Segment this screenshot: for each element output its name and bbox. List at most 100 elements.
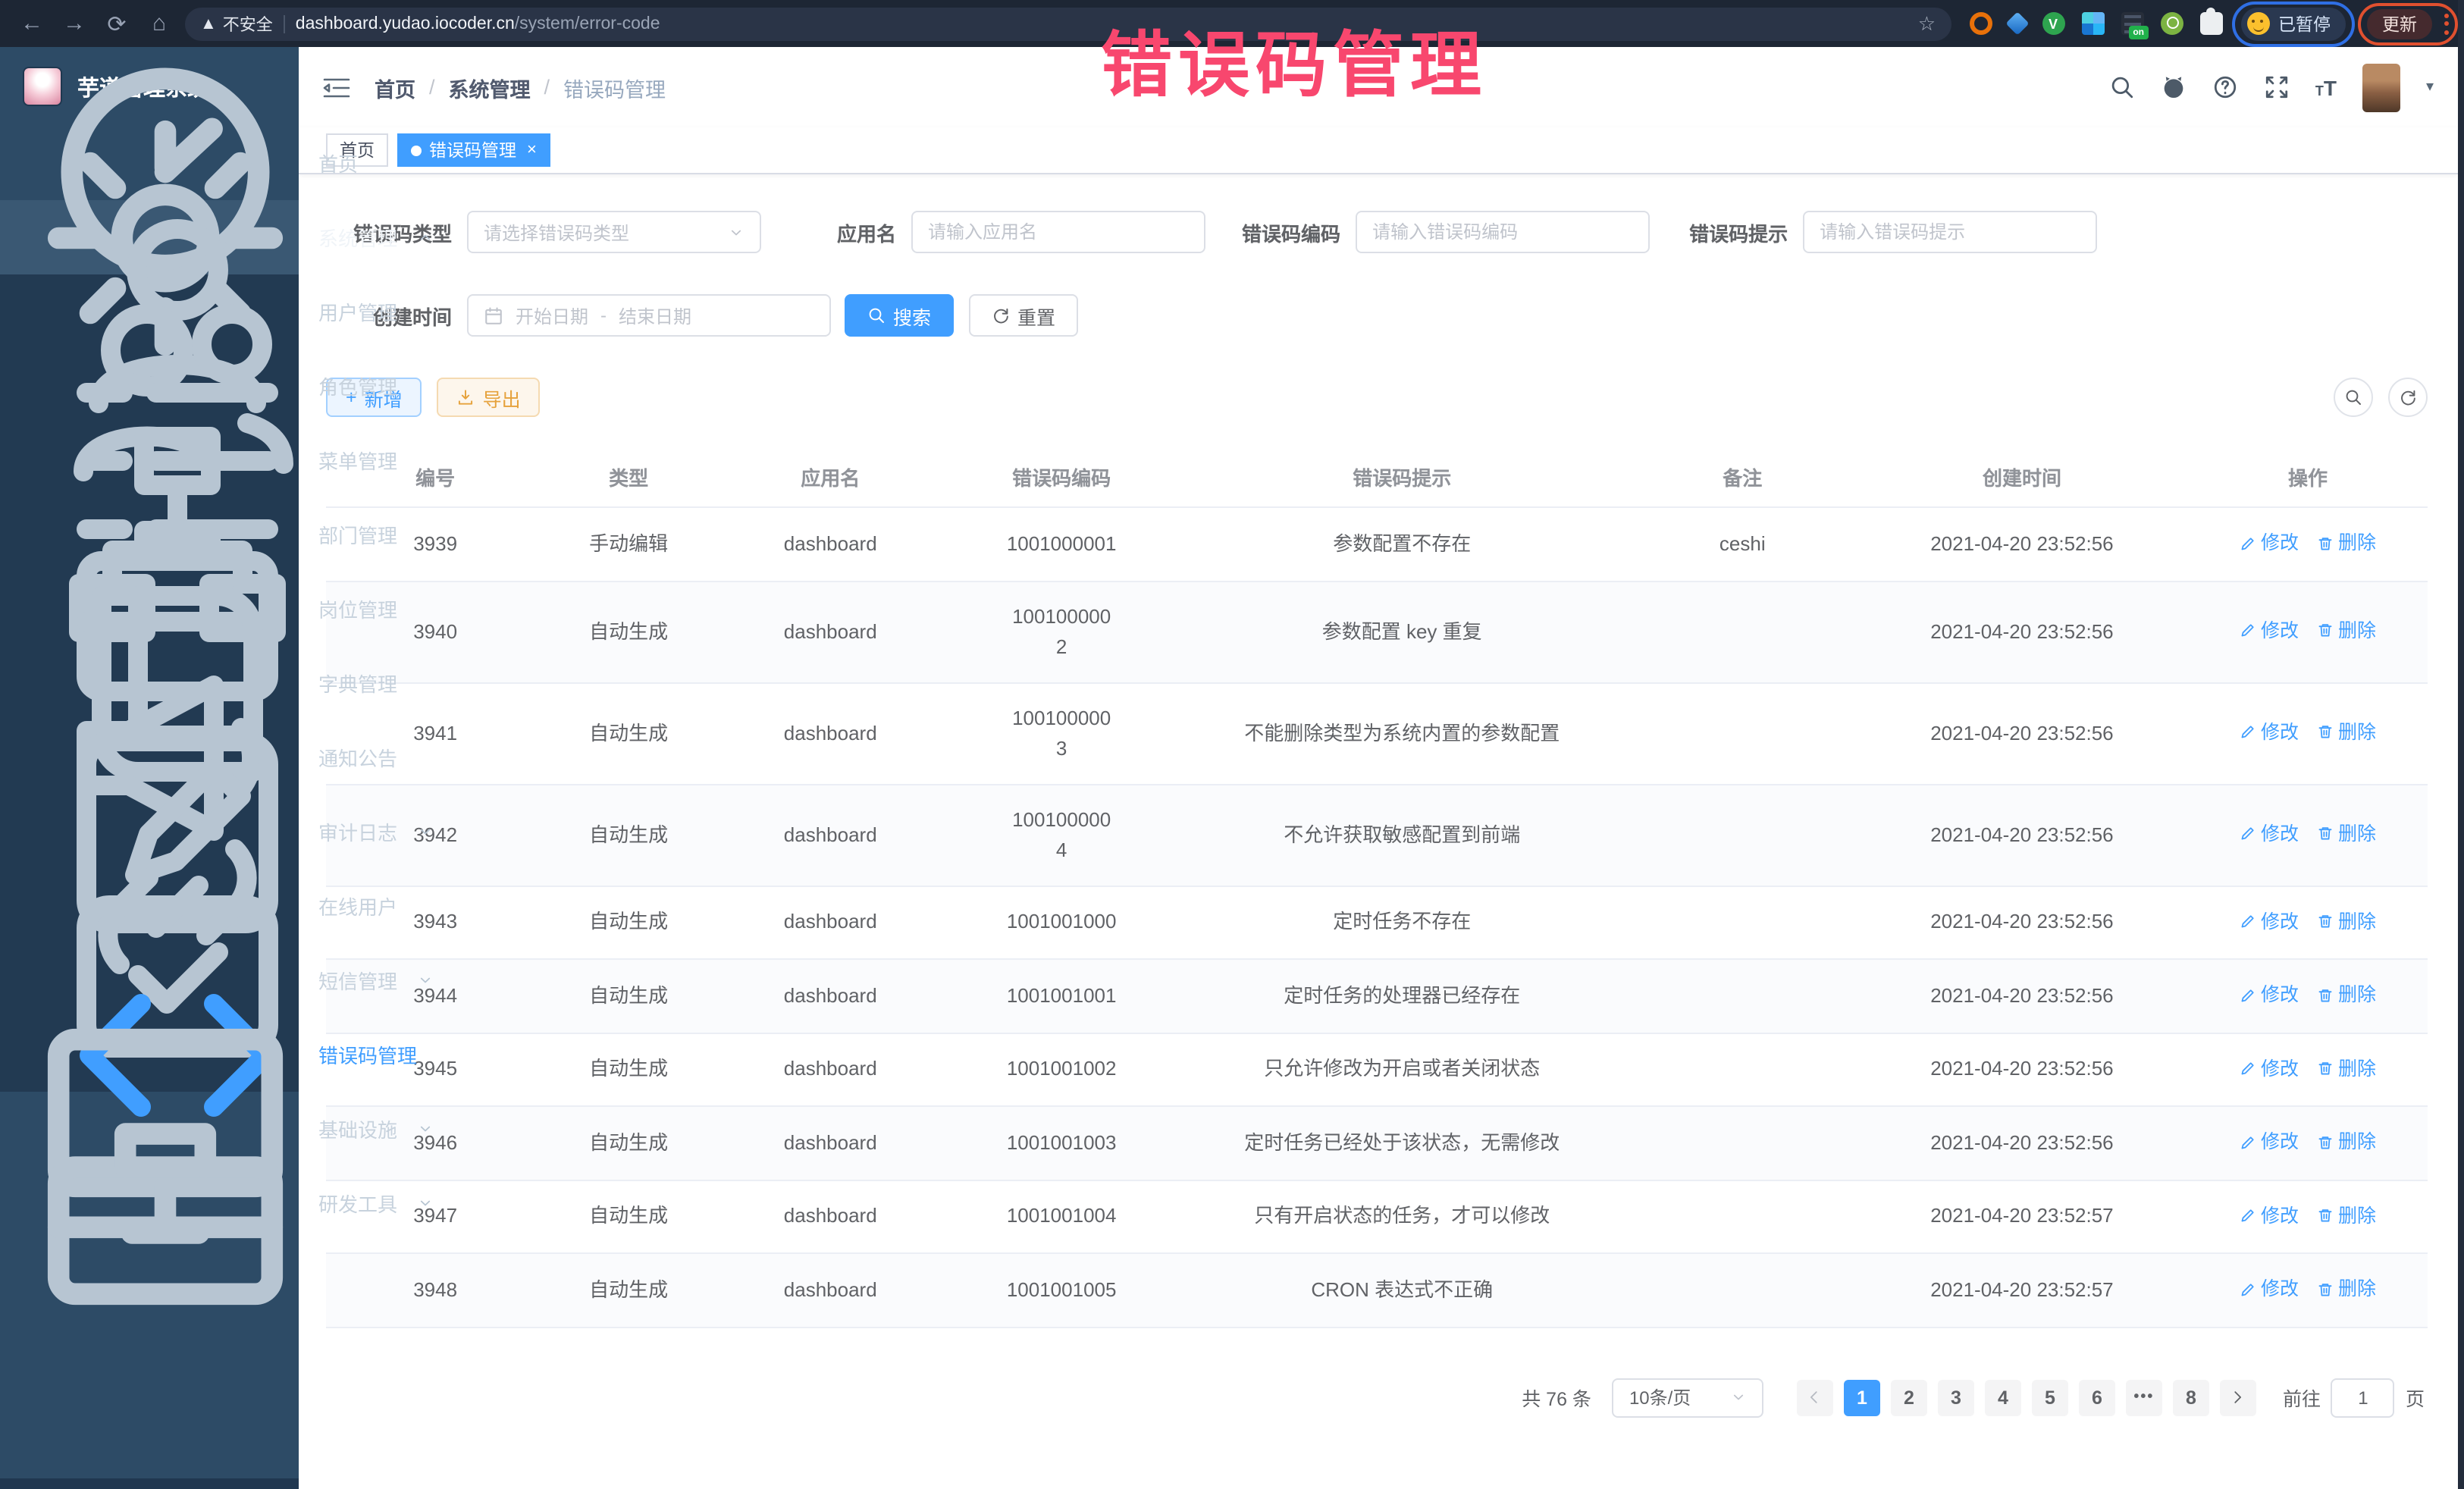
help-icon[interactable] — [2212, 74, 2238, 100]
page-ellipsis[interactable]: ••• — [2126, 1379, 2162, 1415]
page-button-4[interactable]: 4 — [1985, 1379, 2021, 1415]
actions-cell: 修改删除 — [2188, 581, 2428, 682]
extension-icon-1[interactable] — [1969, 12, 1992, 35]
browser-menu-icon[interactable] — [2444, 13, 2449, 34]
pen-icon — [2240, 913, 2256, 929]
edit-link[interactable]: 修改 — [2240, 1127, 2299, 1157]
delete-link[interactable]: 删除 — [2317, 819, 2376, 849]
remark-cell — [1629, 784, 1856, 886]
sidebar-footer-bar — [0, 1478, 299, 1489]
pagination: 共 76 条 10条/页 123456•••8 前往 页 — [326, 1378, 2428, 1417]
page-button-6[interactable]: 6 — [2079, 1379, 2115, 1415]
error-message-input[interactable] — [1803, 211, 2097, 253]
error-type-select[interactable]: 请选择错误码类型 — [467, 211, 761, 253]
type-cell: 自动生成 — [544, 1033, 713, 1106]
reset-button[interactable]: 重置 — [969, 294, 1078, 337]
type-cell: 自动生成 — [544, 886, 713, 959]
edit-link[interactable]: 修改 — [2240, 819, 2299, 849]
edit-link[interactable]: 修改 — [2240, 528, 2299, 558]
edit-link[interactable]: 修改 — [2240, 1274, 2299, 1304]
edit-link[interactable]: 修改 — [2240, 980, 2299, 1010]
close-icon[interactable]: × — [527, 142, 537, 158]
edit-link[interactable]: 修改 — [2240, 1053, 2299, 1083]
error-code-input[interactable] — [1356, 211, 1650, 253]
app-name-input[interactable] — [911, 211, 1205, 253]
breadcrumb-item[interactable]: 首页 — [375, 72, 415, 102]
browser-forward-icon[interactable]: → — [58, 7, 91, 40]
window-scrollbar[interactable] — [2458, 0, 2464, 1489]
refresh-icon — [2399, 388, 2417, 406]
page-button-8[interactable]: 8 — [2173, 1379, 2209, 1415]
page-button-1[interactable]: 1 — [1844, 1379, 1880, 1415]
actions-cell: 修改删除 — [2188, 1106, 2428, 1180]
delete-link[interactable]: 删除 — [2317, 616, 2376, 646]
page-jump-input[interactable] — [2331, 1378, 2395, 1417]
show-search-toggle-button[interactable] — [2334, 378, 2373, 417]
delete-link[interactable]: 删除 — [2317, 980, 2376, 1010]
sidebar-item-label: 系统管理 — [318, 223, 397, 252]
profile-paused-chip[interactable]: 已暂停 — [2240, 7, 2346, 40]
search-button[interactable]: 搜索 — [845, 294, 954, 337]
chevron-right-icon — [2230, 1389, 2246, 1406]
edit-link[interactable]: 修改 — [2240, 906, 2299, 936]
header-search-icon[interactable] — [2109, 74, 2135, 100]
address-bar[interactable]: ▲ 不安全 dashboard.yudao.iocoder.cn/system/… — [185, 7, 1951, 40]
app-cell: dashboard — [713, 1180, 948, 1253]
app-cell: dashboard — [713, 1253, 948, 1327]
delete-link[interactable]: 删除 — [2317, 1127, 2376, 1157]
edit-link[interactable]: 修改 — [2240, 1200, 2299, 1230]
extension-icon-2[interactable] — [2005, 11, 2028, 35]
app-cell: dashboard — [713, 1106, 948, 1180]
breadcrumb-item[interactable]: 系统管理 — [449, 72, 531, 102]
bookmark-star-icon[interactable]: ☆ — [1918, 11, 1936, 36]
tools-icon — [32, 1070, 299, 1337]
delete-link[interactable]: 删除 — [2317, 528, 2376, 558]
delete-link[interactable]: 删除 — [2317, 717, 2376, 748]
screen: ← → ⟳ ⌂ ▲ 不安全 dashboard.yudao.iocoder.cn… — [0, 0, 2464, 1489]
prev-page-button[interactable] — [1797, 1379, 1833, 1415]
page-button-3[interactable]: 3 — [1938, 1379, 1974, 1415]
chevron-down-icon — [417, 1121, 434, 1137]
page-button-5[interactable]: 5 — [2032, 1379, 2068, 1415]
extension-icon-4[interactable]: on — [2121, 12, 2143, 35]
update-chip-wrap: 更新 — [2367, 8, 2449, 39]
browser-reload-icon[interactable]: ⟳ — [100, 7, 133, 40]
delete-link[interactable]: 删除 — [2317, 1200, 2376, 1230]
extension-icon-5[interactable] — [2160, 12, 2183, 35]
hamburger-icon[interactable] — [323, 77, 350, 98]
fullscreen-icon[interactable] — [2264, 74, 2290, 100]
delete-link[interactable]: 删除 — [2317, 906, 2376, 936]
next-page-button[interactable] — [2220, 1379, 2256, 1415]
edit-link[interactable]: 修改 — [2240, 717, 2299, 748]
tab-错误码管理[interactable]: 错误码管理× — [397, 133, 550, 167]
tags-view-bar: 首页错误码管理× — [299, 127, 2458, 174]
browser-back-icon[interactable]: ← — [15, 7, 49, 40]
extension-icon-3[interactable] — [2081, 12, 2104, 35]
delete-link[interactable]: 删除 — [2317, 1053, 2376, 1083]
chevron-down-icon — [728, 224, 745, 240]
sidebar-item-dev-tools[interactable]: 研发工具 — [0, 1166, 299, 1240]
date-range-picker[interactable]: 开始日期 - 结束日期 — [467, 294, 831, 337]
chevron-down-icon — [417, 823, 434, 840]
not-secure-badge[interactable]: ▲ 不安全 — [200, 11, 273, 36]
refresh-table-button[interactable] — [2388, 378, 2428, 417]
type-cell: 自动生成 — [544, 1180, 713, 1253]
edit-link[interactable]: 修改 — [2240, 616, 2299, 646]
page-size-select[interactable]: 10条/页 — [1613, 1378, 1764, 1417]
created-cell: 2021-04-20 23:52:57 — [1856, 1253, 2188, 1327]
vue-devtools-icon[interactable]: V — [2042, 12, 2064, 35]
github-icon[interactable] — [2161, 74, 2187, 100]
pen-icon — [2240, 622, 2256, 639]
export-button[interactable]: 导出 — [437, 378, 541, 417]
extensions-puzzle-icon[interactable] — [2199, 12, 2222, 35]
font-size-icon[interactable]: TT — [2315, 77, 2337, 98]
browser-home-icon[interactable]: ⌂ — [143, 7, 176, 40]
user-avatar[interactable] — [2362, 63, 2400, 111]
chevron-down-icon — [1731, 1389, 1748, 1406]
page-button-2[interactable]: 2 — [1891, 1379, 1927, 1415]
active-dot-icon — [411, 145, 422, 155]
browser-update-button[interactable]: 更新 — [2367, 8, 2432, 39]
chevron-left-icon — [1807, 1389, 1823, 1406]
delete-link[interactable]: 删除 — [2317, 1274, 2376, 1304]
avatar-caret-icon[interactable]: ▾ — [2426, 79, 2434, 96]
